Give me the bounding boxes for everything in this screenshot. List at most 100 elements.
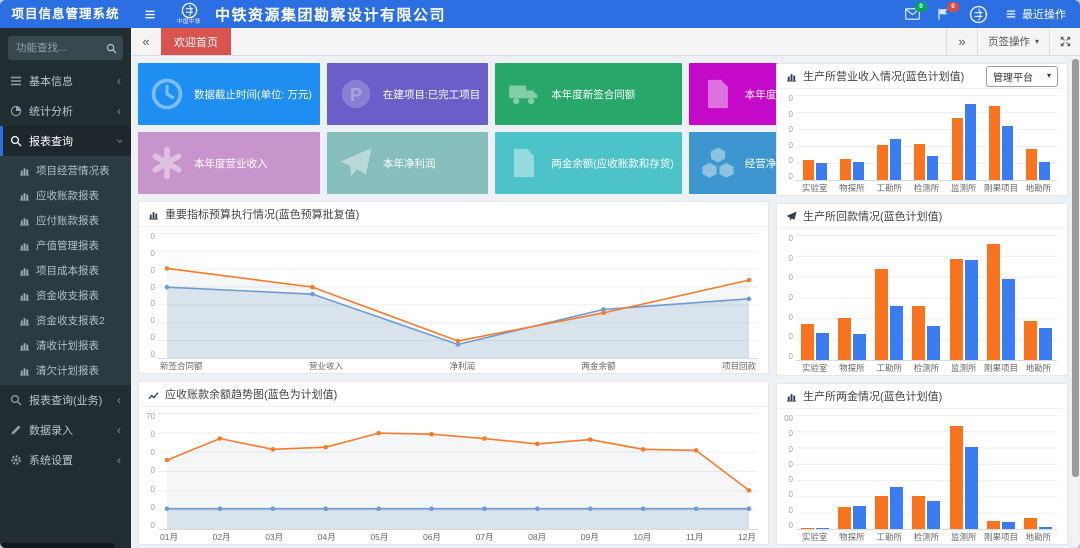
bar[interactable]	[965, 260, 978, 360]
bar[interactable]	[890, 139, 901, 180]
bar[interactable]	[989, 106, 1000, 180]
bar[interactable]	[801, 324, 814, 360]
tab-welcome[interactable]: 欢迎首页	[161, 28, 231, 55]
bar-group	[1020, 235, 1057, 360]
scroll-tabs-left-button[interactable]: «	[131, 28, 161, 55]
sidebar-subitem[interactable]: 应收账款报表	[0, 183, 131, 208]
tab-operations-dropdown[interactable]: 页签操作 ▾	[977, 28, 1049, 55]
sidebar-subitem[interactable]: 清欠计划报表	[0, 358, 131, 383]
line-chart-svg	[158, 413, 758, 529]
bar-group	[982, 95, 1019, 180]
platform-select[interactable]: 管理平台 ▾	[986, 66, 1058, 87]
bar[interactable]	[816, 333, 829, 361]
bar[interactable]	[912, 306, 925, 360]
hamburger-icon[interactable]	[143, 9, 157, 20]
sidebar: 项目信息管理系统 基本信息‹统计分析‹报表查询‹项目经营情况表应收账款报表应付账…	[0, 0, 131, 548]
sidebar-item-6[interactable]: 系统设置‹	[0, 445, 131, 475]
bar[interactable]	[877, 145, 888, 180]
y-tick-label: 0	[789, 446, 793, 454]
bar[interactable]	[927, 326, 940, 360]
y-tick-label: 0	[151, 334, 155, 342]
bar[interactable]	[1039, 527, 1052, 529]
bar[interactable]	[853, 162, 864, 180]
sidebar-item-4[interactable]: 报表查询(业务)‹	[0, 385, 131, 415]
bar[interactable]	[890, 306, 903, 360]
bar[interactable]	[965, 104, 976, 181]
bar[interactable]	[1026, 149, 1037, 180]
bar[interactable]	[950, 259, 963, 360]
bar[interactable]	[875, 496, 888, 529]
sidebar-subitem-label: 项目经营情况表	[36, 163, 110, 178]
sidebar-hscrollbar[interactable]	[0, 543, 114, 548]
bar[interactable]	[1039, 162, 1050, 180]
bar-group	[1020, 415, 1057, 529]
y-tick-label: 0	[151, 284, 155, 292]
y-tick-label: 0	[789, 461, 793, 469]
bar[interactable]	[914, 144, 925, 180]
bar[interactable]	[1039, 328, 1052, 361]
messages-button[interactable]: 0	[905, 8, 920, 20]
bar-group	[945, 235, 982, 360]
bar[interactable]	[801, 528, 814, 529]
notifications-button[interactable]: 0	[937, 8, 952, 20]
x-axis-label: 07月	[476, 531, 494, 543]
bar[interactable]	[987, 521, 1000, 529]
bar[interactable]	[1024, 518, 1037, 529]
sidebar-item-2[interactable]: 统计分析‹	[0, 96, 131, 126]
bar[interactable]	[987, 244, 1000, 360]
sidebar-subitem[interactable]: 应付账款报表	[0, 208, 131, 233]
bar[interactable]	[1002, 279, 1015, 360]
chevron-down-icon: ▾	[1047, 72, 1051, 80]
bar[interactable]	[816, 163, 827, 180]
bar[interactable]	[875, 269, 888, 360]
y-tick-label: 0	[789, 157, 793, 165]
search-input[interactable]	[8, 36, 99, 60]
bar[interactable]	[853, 506, 866, 529]
y-tick-label: 0	[151, 267, 155, 275]
dashboard-tile-6: 本年净利润	[327, 132, 488, 194]
user-emblem-button[interactable]	[969, 5, 988, 24]
bar[interactable]	[952, 118, 963, 180]
bar-chart-production-revenue: 000000实验室物探所工勘所检测所监测所刚果项目地勘所	[777, 89, 1067, 195]
panel-two-funds: 生产所两金情况(蓝色计划值) 000000000实验室物探所工勘所检测所监测所刚…	[776, 383, 1068, 545]
bar[interactable]	[840, 159, 851, 180]
sidebar-subitem[interactable]: 资金收支报表2	[0, 308, 131, 333]
bar[interactable]	[803, 160, 814, 180]
sidebar-menu: 基本信息‹统计分析‹报表查询‹ 项目经营情况表应收账款报表应付账款报表产值管理报表…	[0, 66, 131, 475]
sidebar-subitem[interactable]: 项目成本报表	[0, 258, 131, 283]
sidebar-item-1[interactable]: 基本信息‹	[0, 66, 131, 96]
bar[interactable]	[1024, 321, 1037, 360]
fullscreen-toggle-button[interactable]	[1049, 28, 1080, 55]
sidebar-subitem[interactable]: 项目经营情况表	[0, 158, 131, 183]
sidebar-subitem[interactable]: 产值管理报表	[0, 233, 131, 258]
bar[interactable]	[912, 496, 925, 529]
bar[interactable]	[838, 507, 851, 529]
sidebar-subitem-label: 资金收支报表2	[36, 313, 105, 328]
bar[interactable]	[838, 318, 851, 361]
panel-title: 重要指标预算执行情况(蓝色预算批复值)	[165, 206, 359, 222]
bar[interactable]	[1002, 522, 1015, 529]
bar[interactable]	[965, 447, 978, 529]
bar[interactable]	[927, 501, 940, 530]
recent-operations-button[interactable]: 最近操作	[1005, 6, 1066, 22]
search-icon[interactable]	[99, 36, 123, 60]
bar[interactable]	[1002, 126, 1013, 180]
bar[interactable]	[853, 334, 866, 360]
y-tick-label: 0	[151, 233, 155, 241]
bar[interactable]	[950, 426, 963, 529]
scroll-tabs-right-button[interactable]: »	[946, 28, 977, 55]
sidebar-item-label: 数据录入	[29, 422, 73, 438]
bar[interactable]	[927, 156, 938, 180]
bar[interactable]	[890, 487, 903, 529]
bar-group	[833, 415, 870, 529]
sidebar-subitem[interactable]: 资金收支报表	[0, 283, 131, 308]
bar[interactable]	[816, 528, 829, 529]
bar-group	[871, 95, 908, 180]
sidebar-subitem[interactable]: 清收计划报表	[0, 333, 131, 358]
x-axis-label: 10月	[633, 531, 651, 543]
sidebar-item-5[interactable]: 数据录入‹	[0, 415, 131, 445]
sidebar-item-3[interactable]: 报表查询‹	[0, 126, 131, 156]
page-scrollbar-thumb[interactable]	[1072, 59, 1079, 477]
bar-group	[833, 95, 870, 180]
page-scrollbar[interactable]	[1072, 57, 1079, 546]
